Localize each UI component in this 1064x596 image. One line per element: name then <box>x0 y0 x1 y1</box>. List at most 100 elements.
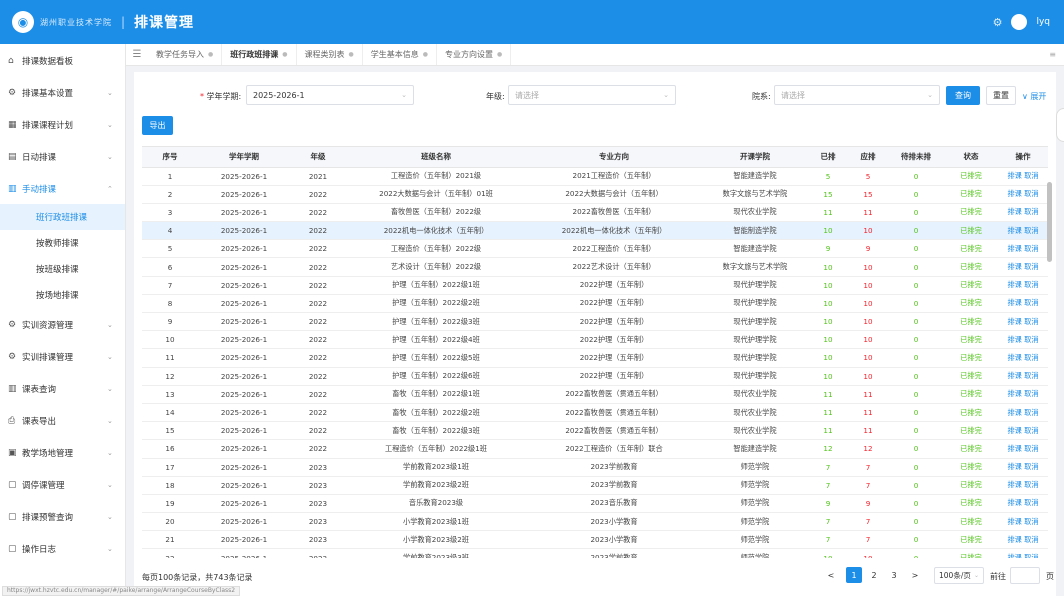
table-cell[interactable]: 排课 取消 <box>998 185 1048 204</box>
sidebar-menu-item[interactable]: ▥ 手动排课 ⌃ <box>0 174 125 204</box>
table-cell: 已排完 <box>944 548 998 558</box>
table-row[interactable]: 9 2025-2026-1 2022 护理（五年制）2022级3班 2022护理（五年制… <box>142 312 1048 332</box>
dept-select[interactable]: 请选择 ⌄ <box>774 85 940 105</box>
reset-button[interactable]: 重置 <box>986 86 1016 105</box>
tab-item[interactable]: 课程类别表 ● <box>297 44 363 65</box>
sidebar-menu-item[interactable]: ▢ 操作日志 ⌄ <box>0 534 125 564</box>
term-select[interactable]: 2025-2026-1 ⌄ <box>246 85 414 105</box>
table-row[interactable]: 5 2025-2026-1 2022 工程造价（五年制）2022级 2022工程造价（五… <box>142 239 1048 259</box>
close-icon[interactable]: ● <box>423 51 428 58</box>
expand-toggle[interactable]: ∨ 展开 <box>1022 91 1046 102</box>
sidebar-menu-item[interactable]: ▢ 调停课管理 ⌄ <box>0 470 125 500</box>
table-row[interactable]: 18 2025-2026-1 2023 学前教育2023级2班 2023学前教育 师范学院… <box>142 476 1048 495</box>
table-cell[interactable]: 排课 取消 <box>998 494 1048 514</box>
next-page-button[interactable]: > <box>908 567 922 583</box>
sidebar-menu-item[interactable]: ⚙ 排课基本设置 ⌄ <box>0 78 125 108</box>
hamburger-icon[interactable]: ☰ <box>126 49 148 60</box>
table-row[interactable]: 19 2025-2026-1 2023 音乐教育2023级 2023音乐教育 师范学院 9 9… <box>142 494 1048 514</box>
close-icon[interactable]: ● <box>349 51 354 58</box>
table-row[interactable]: 20 2025-2026-1 2023 小学教育2023级1班 2023小学教育 师范学院… <box>142 512 1048 532</box>
table-cell[interactable]: 排课 取消 <box>998 276 1048 295</box>
table-cell[interactable]: 排课 取消 <box>998 439 1048 459</box>
table-row[interactable]: 16 2025-2026-1 2022 工程造价（五年制）2022级1班 2022工程造… <box>142 439 1048 459</box>
sidebar-menu-item[interactable]: ▦ 排课课程计划 ⌄ <box>0 110 125 140</box>
table-row[interactable]: 3 2025-2026-1 2022 畜牧兽医（五年制）2022级 2022畜牧兽医（五… <box>142 203 1048 223</box>
prev-page-button[interactable]: < <box>824 567 838 583</box>
table-cell: 10 <box>848 312 888 332</box>
more-tabs-icon[interactable]: ≡ <box>1049 50 1056 59</box>
table-cell[interactable]: 排课 取消 <box>998 239 1048 259</box>
page-2-button[interactable]: 2 <box>867 567 881 583</box>
table-cell: 师范学院 <box>702 512 808 532</box>
table-cell[interactable]: 排课 取消 <box>998 221 1048 241</box>
table-cell: 2025-2026-1 <box>198 203 290 223</box>
sidebar-menu-item[interactable]: ▣ 教学场地管理 ⌄ <box>0 438 125 468</box>
tab-item[interactable]: 班行政班排课 ● <box>222 44 297 65</box>
close-icon[interactable]: ● <box>208 51 213 58</box>
grade-select[interactable]: 请选择 ⌄ <box>508 85 676 105</box>
table-cell[interactable]: 排课 取消 <box>998 530 1048 550</box>
table-cell[interactable]: 排课 取消 <box>998 257 1048 277</box>
table-cell[interactable]: 排课 取消 <box>998 476 1048 495</box>
sidebar-subitem[interactable]: 按教师排课 <box>0 230 125 256</box>
chevron-icon: ⌄ <box>107 353 113 361</box>
table-row[interactable]: 8 2025-2026-1 2022 护理（五年制）2022级2班 2022护理（五年制… <box>142 294 1048 314</box>
page-1-button[interactable]: 1 <box>846 567 862 583</box>
table-cell[interactable]: 排课 取消 <box>998 294 1048 314</box>
table-scrollbar[interactable] <box>1046 174 1052 558</box>
table-row[interactable]: 6 2025-2026-1 2022 艺术设计（五年制）2022级 2022艺术设计（五… <box>142 257 1048 277</box>
sidebar-menu-item[interactable]: ⚙ 实训资源管理 ⌄ <box>0 310 125 340</box>
table-cell[interactable]: 排课 取消 <box>998 403 1048 423</box>
table-row[interactable]: 11 2025-2026-1 2022 护理（五年制）2022级5班 2022护理（五年… <box>142 348 1048 368</box>
sidebar-menu-item[interactable]: ⎙ 课表导出 ⌄ <box>0 406 125 436</box>
table-cell[interactable]: 排课 取消 <box>998 458 1048 477</box>
side-drawer-handle[interactable] <box>1056 108 1064 142</box>
table-cell: 小学教育2023级1班 <box>346 512 526 532</box>
table-row[interactable]: 7 2025-2026-1 2022 护理（五年制）2022级1班 2022护理（五年制… <box>142 276 1048 295</box>
table-cell[interactable]: 排课 取消 <box>998 330 1048 350</box>
table-row[interactable]: 2 2025-2026-1 2022 2022大数据与会计（五年制）01班 2022大数… <box>142 185 1048 204</box>
table-row[interactable]: 10 2025-2026-1 2022 护理（五年制）2022级4班 2022护理（五年… <box>142 330 1048 350</box>
table-cell[interactable]: 排课 取消 <box>998 367 1048 386</box>
sidebar-subitem[interactable]: 按班级排课 <box>0 256 125 282</box>
sidebar-menu-item[interactable]: ▢ 排课预警查询 ⌄ <box>0 502 125 532</box>
table-cell[interactable]: 排课 取消 <box>998 167 1048 186</box>
chevron-icon: ⌄ <box>107 89 113 97</box>
scrollbar-thumb[interactable] <box>1047 182 1052 262</box>
close-icon[interactable]: ● <box>282 51 287 58</box>
close-icon[interactable]: ● <box>497 51 502 58</box>
table-row[interactable]: 21 2025-2026-1 2023 小学教育2023级2班 2023小学教育 师范学院… <box>142 530 1048 550</box>
table-row[interactable]: 222025-2026-12023学前教育2023级3班2023学前教育师范学院… <box>142 548 1048 558</box>
page-3-button[interactable]: 3 <box>887 567 901 583</box>
table-cell[interactable]: 排课 取消 <box>998 203 1048 223</box>
table-cell[interactable]: 排课 取消 <box>998 548 1048 558</box>
sidebar-subitem[interactable]: 班行政班排课 <box>0 204 125 230</box>
sidebar-menu-item[interactable]: ▤ 日动排课 ⌄ <box>0 142 125 172</box>
username[interactable]: lyq <box>1036 17 1050 27</box>
avatar[interactable] <box>1011 14 1028 30</box>
tab-item[interactable]: 专业方向设置 ● <box>437 44 512 65</box>
query-button[interactable]: 查询 <box>946 86 980 105</box>
table-cell[interactable]: 排课 取消 <box>998 512 1048 532</box>
table-cell[interactable]: 排课 取消 <box>998 348 1048 368</box>
gear-icon[interactable]: ⚙ <box>993 16 1003 29</box>
table-row[interactable]: 4 2025-2026-1 2022 2022机电一体化技术（五年制） 2022机电一体… <box>142 221 1048 241</box>
export-button[interactable]: 导出 <box>142 116 173 135</box>
table-row[interactable]: 12 2025-2026-1 2022 护理（五年制）2022级6班 2022护理（五年… <box>142 367 1048 386</box>
sidebar-menu-item[interactable]: ⌂ 排课数据看板 <box>0 46 125 76</box>
sidebar-subitem[interactable]: 按场地排课 <box>0 282 125 308</box>
table-row[interactable]: 17 2025-2026-1 2023 学前教育2023级1班 2023学前教育 师范学院… <box>142 458 1048 477</box>
table-cell[interactable]: 排课 取消 <box>998 385 1048 404</box>
page-size-select[interactable]: 100条/页 ⌄ <box>934 567 984 584</box>
table-row[interactable]: 14 2025-2026-1 2022 畜牧（五年制）2022级2班 2022畜牧兽医（… <box>142 403 1048 423</box>
tab-item[interactable]: 教学任务导入 ● <box>148 44 223 65</box>
table-cell[interactable]: 排课 取消 <box>998 421 1048 441</box>
goto-page-input[interactable] <box>1010 567 1040 584</box>
table-row[interactable]: 15 2025-2026-1 2022 畜牧（五年制）2022级3班 2022畜牧兽医（… <box>142 421 1048 441</box>
sidebar-menu-item[interactable]: ▥ 课表查询 ⌄ <box>0 374 125 404</box>
tab-item[interactable]: 学生基本信息 ● <box>363 44 437 65</box>
table-cell[interactable]: 排课 取消 <box>998 312 1048 332</box>
table-row[interactable]: 13 2025-2026-1 2022 畜牧（五年制）2022级1班 2022畜牧兽医（… <box>142 385 1048 404</box>
table-row[interactable]: 1 2025-2026-1 2021 工程造价（五年制）2021级 2021工程造价（五… <box>142 167 1048 186</box>
sidebar-menu-item[interactable]: ⚙ 实训排课管理 ⌄ <box>0 342 125 372</box>
